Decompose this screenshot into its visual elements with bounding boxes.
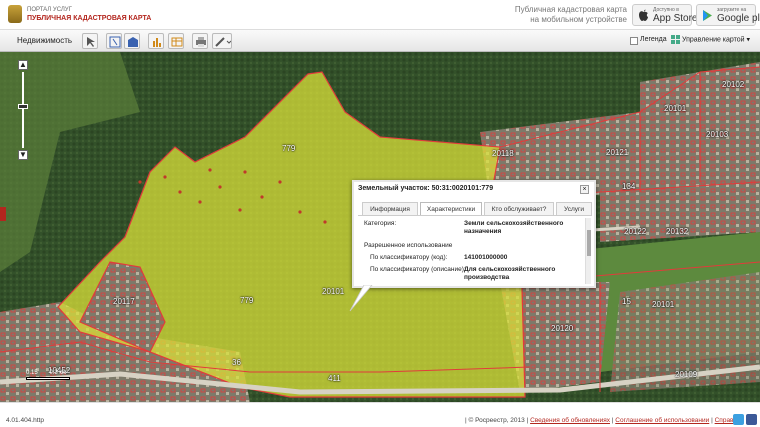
- map-label-20101: 20101: [664, 104, 687, 113]
- scale-label-end: 0.3 км: [49, 370, 67, 376]
- bar-chart-icon: [153, 38, 161, 47]
- scale-label-mid: 0.15: [26, 370, 38, 376]
- tab-services[interactable]: Услуги: [556, 202, 592, 215]
- side-panel-toggle[interactable]: [0, 207, 6, 221]
- popup-title: Земельный участок: 50:31:0020101:779: [358, 185, 494, 192]
- legend-checkbox[interactable]: [630, 37, 638, 45]
- header: ПОРТАЛ УСЛУГ ПУБЛИЧНАЯ КАДАСТРОВАЯ КАРТА…: [0, 0, 760, 30]
- updates-link[interactable]: Сведения об обновлениях: [530, 417, 610, 424]
- layers-tool-button[interactable]: [168, 33, 184, 49]
- grid-icon: [671, 35, 680, 44]
- classifier-desc-label: По классификатору (описание):: [370, 266, 466, 273]
- agreement-link[interactable]: Соглашение об использовании: [615, 417, 709, 424]
- map-label-779: 779: [282, 144, 296, 153]
- map-label-20109: 20109: [675, 370, 698, 379]
- map-label-20101: 20101: [322, 287, 345, 296]
- printer-icon: [196, 37, 206, 47]
- building-icon: [128, 37, 138, 47]
- app-store-button[interactable]: Доступно в App Store: [632, 4, 697, 26]
- scroll-thumb[interactable]: [587, 230, 591, 256]
- footer: 4.01.404.http | © Росреестр, 2013 | Свед…: [0, 402, 760, 427]
- map-label-20102: 20102: [722, 80, 745, 89]
- popup-body: Категория: Земли сельскохозяйственного н…: [358, 215, 592, 286]
- buildings-tool-button[interactable]: [124, 33, 140, 49]
- footer-links: | © Росреестр, 2013 | Сведения об обновл…: [465, 417, 744, 424]
- identify-tool-button[interactable]: [106, 33, 122, 49]
- classifier-desc-value-line1: Для сельскохозяйственного: [464, 266, 556, 273]
- scale-line: [26, 377, 70, 380]
- map-label-20132: 20132: [666, 227, 689, 236]
- popup-pointer: [349, 285, 373, 312]
- select-tool-button[interactable]: [82, 33, 98, 49]
- map-label-20117: 20117: [113, 297, 135, 306]
- zoom-handle[interactable]: [18, 104, 28, 109]
- separator: |: [611, 417, 614, 424]
- classifier-code-value: 141001000000: [464, 254, 508, 261]
- separator: |: [711, 417, 713, 424]
- map-label-20121: 20121: [606, 148, 629, 157]
- facebook-icon[interactable]: [746, 414, 757, 425]
- map-label-20103: 20103: [706, 130, 729, 139]
- portal-logo[interactable]: [8, 5, 22, 23]
- google-play-icon: [703, 10, 712, 21]
- realty-type-select[interactable]: Недвижимость ▾: [14, 34, 78, 59]
- scale-bar: 0.15 0.3 км: [26, 370, 70, 380]
- print-tool-button[interactable]: [192, 33, 208, 49]
- version-text: 4.01.404.http: [6, 417, 44, 424]
- google-play-label: Google play: [717, 13, 760, 24]
- copyright-text: | © Росреестр, 2013 |: [465, 417, 529, 424]
- measure-tool-button[interactable]: [212, 33, 232, 49]
- zoom-track[interactable]: [22, 72, 24, 148]
- map-label-20118: 20118: [492, 149, 514, 158]
- category-value-line2: назначения: [464, 228, 502, 235]
- ruler-icon: [215, 37, 231, 47]
- permitted-use-heading: Разрешенное использование: [364, 242, 453, 249]
- cursor-icon: [87, 37, 95, 47]
- app-store-label: App Store: [653, 13, 698, 24]
- zoom-out-button[interactable]: ▼: [18, 150, 28, 160]
- map-label-134: 134: [622, 182, 636, 191]
- map-management-label: Управление картой ▾: [681, 36, 751, 44]
- map-label-36: 36: [232, 358, 241, 367]
- popup-close-button[interactable]: ×: [580, 185, 589, 194]
- category-value-line1: Земли сельскохозяйственного: [464, 220, 564, 227]
- twitter-icon[interactable]: [733, 414, 744, 425]
- map-label-20101: 20101: [652, 300, 675, 309]
- portal-subtitle: ПОРТАЛ УСЛУГ: [27, 7, 72, 13]
- google-play-button[interactable]: загрузите на Google play: [696, 4, 760, 26]
- zoom-in-button[interactable]: ▲: [18, 60, 28, 70]
- statistics-tool-button[interactable]: [148, 33, 164, 49]
- legend-label[interactable]: Легенда: [640, 36, 667, 43]
- classifier-desc-value-line2: производства: [464, 274, 510, 281]
- category-label: Категория:: [364, 220, 397, 227]
- tab-characteristics[interactable]: Характеристики: [420, 202, 482, 216]
- mobile-promo-text: Публичная кадастровая карта на мобильном…: [482, 5, 627, 25]
- map-label-779: 779: [240, 296, 254, 305]
- map-label-20122: 20122: [624, 227, 647, 236]
- map-label-411: 411: [328, 374, 341, 383]
- mobile-promo-line2: на мобильном устройстве: [530, 15, 627, 24]
- table-icon: [171, 37, 183, 47]
- zoom-control: ▲ ▼: [18, 60, 28, 160]
- plot-info-popup: Земельный участок: 50:31:0020101:779 × И…: [352, 180, 596, 288]
- portal-title[interactable]: ПУБЛИЧНАЯ КАДАСТРОВАЯ КАРТА: [27, 15, 151, 22]
- classifier-code-label: По классификатору (код):: [370, 254, 448, 261]
- tab-information[interactable]: Информация: [362, 202, 418, 215]
- apple-icon: [639, 9, 648, 21]
- map-label-15: 15: [622, 297, 631, 306]
- popup-scrollbar[interactable]: [585, 218, 591, 284]
- toolbar: Недвижимость ▾ Легенда Управление картой…: [0, 30, 760, 59]
- tab-who-serves[interactable]: Кто обслуживает?: [484, 202, 554, 215]
- map-management-menu[interactable]: Управление картой ▾: [671, 35, 750, 44]
- map-label-20120: 20120: [551, 324, 574, 333]
- mobile-promo-line1: Публичная кадастровая карта: [514, 5, 627, 14]
- info-pointer-icon: [109, 36, 121, 48]
